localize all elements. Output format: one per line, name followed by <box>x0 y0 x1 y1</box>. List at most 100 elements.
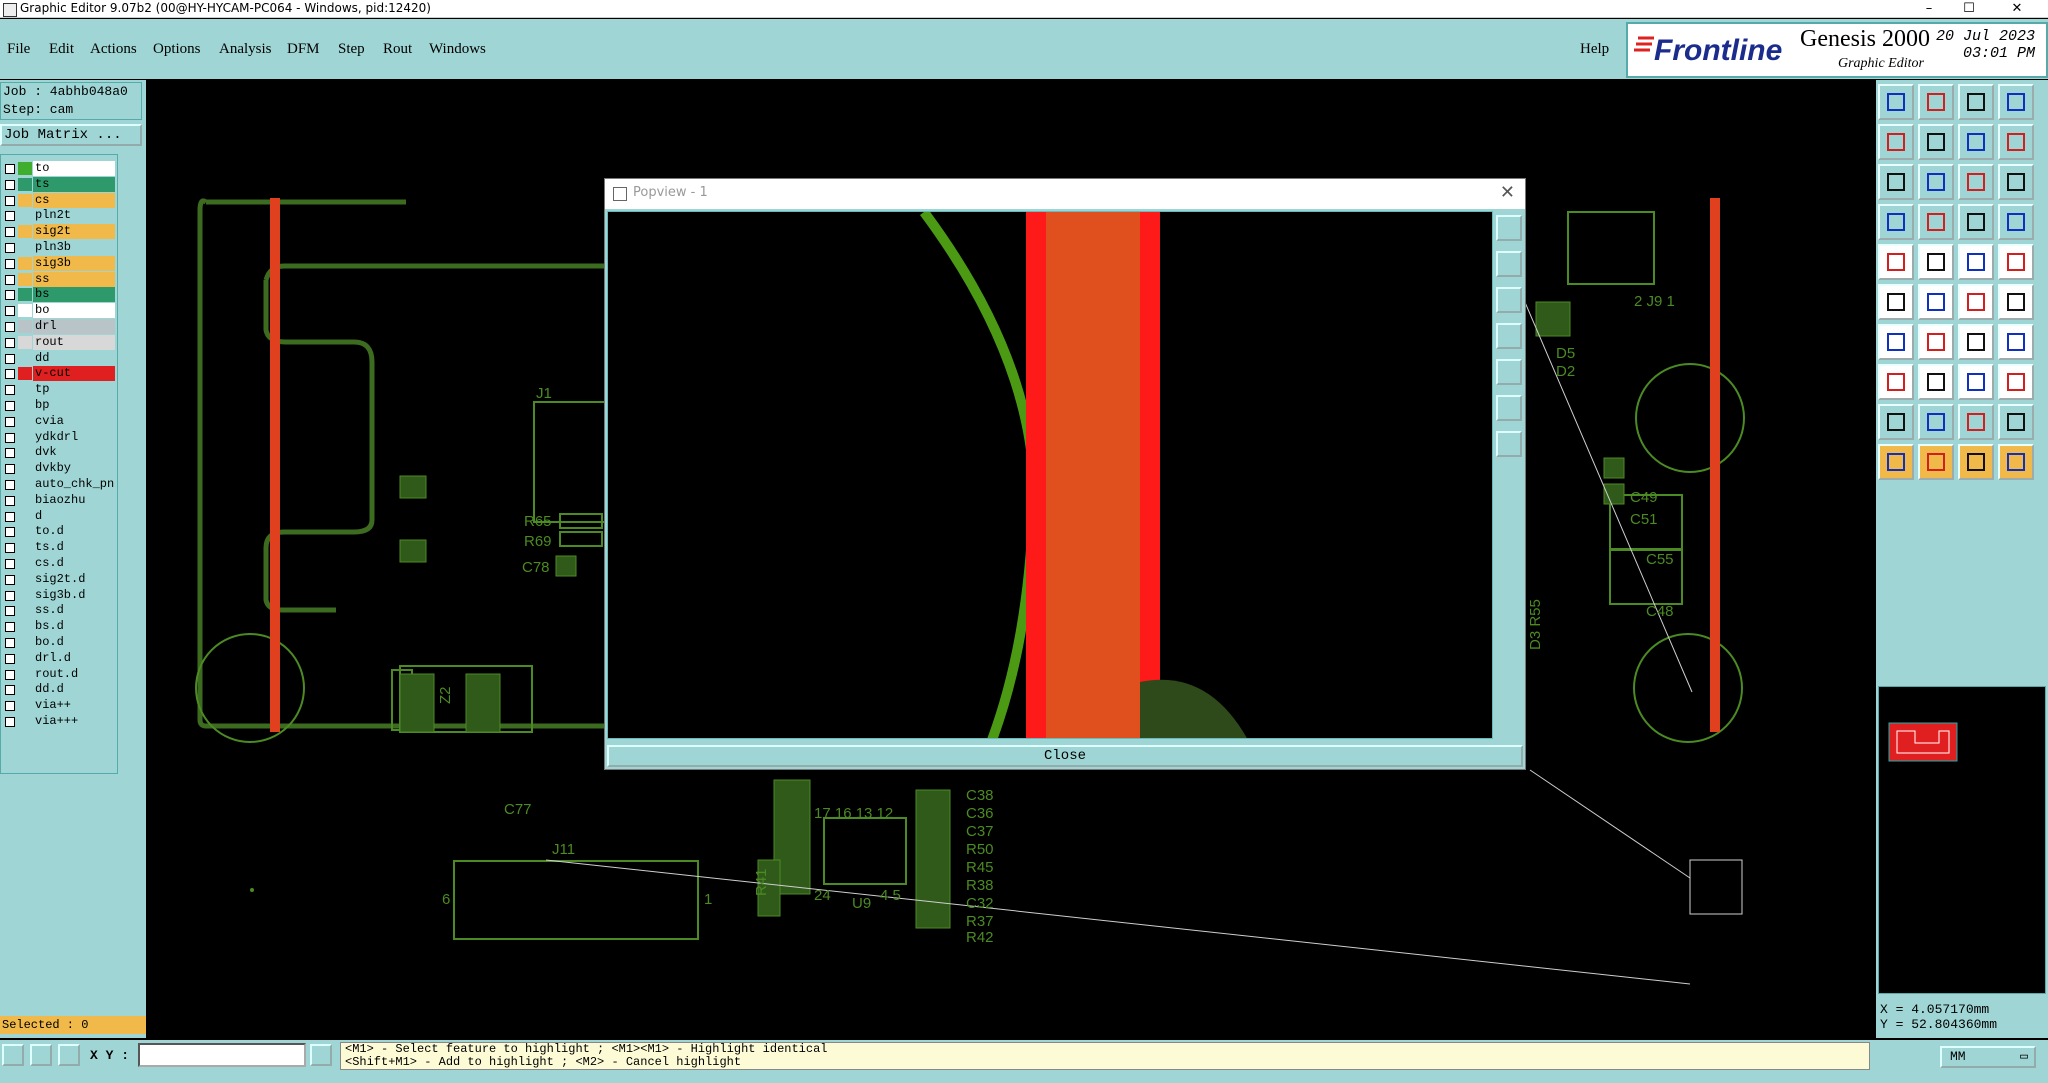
layer-color-swatch[interactable] <box>18 209 32 223</box>
layer-name[interactable]: pln2t <box>33 208 115 224</box>
layer-checkbox[interactable] <box>5 638 15 648</box>
add-pad-button[interactable] <box>1878 244 1914 280</box>
layer-row[interactable]: dvk <box>1 445 117 461</box>
peak-button[interactable] <box>1958 404 1994 440</box>
layer-color-swatch[interactable] <box>18 225 32 239</box>
save-step-button[interactable] <box>1918 84 1954 120</box>
close-window-button[interactable]: ✕ <box>1994 0 2040 18</box>
layer-color-swatch[interactable] <box>18 256 32 270</box>
layer-color-swatch[interactable] <box>18 430 32 444</box>
open-step-button[interactable] <box>1878 84 1914 120</box>
layer-name[interactable]: tp <box>33 382 115 398</box>
snap-hole-button[interactable] <box>1998 204 2034 240</box>
layer-name[interactable]: ydkdrl <box>33 429 115 445</box>
layer-color-swatch[interactable] <box>18 351 32 365</box>
layer-checkbox[interactable] <box>5 653 15 664</box>
pick-icon[interactable] <box>2 1044 24 1066</box>
layer-row[interactable]: sig2t.d <box>1 571 117 587</box>
layer-row[interactable]: pln2t <box>1 208 117 224</box>
layer-row[interactable]: auto_chk_pn <box>1 477 117 492</box>
layer-row[interactable]: cvia <box>1 413 117 429</box>
grid-icon[interactable] <box>58 1044 80 1066</box>
layer-row[interactable]: dvkby <box>1 461 117 477</box>
layer-row[interactable]: ss.d <box>1 603 117 619</box>
triangle-button[interactable] <box>1918 404 1954 440</box>
layer-name[interactable]: ts.d <box>33 540 115 556</box>
layer-color-swatch[interactable] <box>18 335 32 349</box>
edit-shape-button[interactable] <box>1918 244 1954 280</box>
layer-color-swatch[interactable] <box>18 683 32 697</box>
polygon-button[interactable] <box>1878 404 1914 440</box>
copy-button[interactable] <box>1998 284 2034 320</box>
layer-color-swatch[interactable] <box>18 636 32 649</box>
menu-actions[interactable]: Actions <box>90 41 137 58</box>
minus-button[interactable] <box>1918 364 1954 400</box>
line-button[interactable] <box>1958 244 1994 280</box>
redraw-button[interactable] <box>1998 124 2034 160</box>
layer-row[interactable]: v-cut <box>1 366 117 382</box>
layer-checkbox[interactable] <box>5 164 15 174</box>
popview-left-icon[interactable] <box>1496 323 1522 349</box>
layer-row[interactable]: via++ <box>1 698 117 714</box>
zoom-left-button[interactable] <box>1878 124 1914 160</box>
layer-color-swatch[interactable] <box>18 241 32 254</box>
menu-dfm[interactable]: DFM <box>287 41 320 58</box>
layer-name[interactable]: drl <box>33 319 115 334</box>
layer-checkbox[interactable] <box>5 701 15 712</box>
group-button[interactable] <box>1998 364 2034 400</box>
layer-checkbox[interactable] <box>5 590 15 601</box>
layer-checkbox[interactable] <box>5 385 15 396</box>
popview-close-button[interactable]: Close <box>607 745 1523 767</box>
layer-row[interactable]: dd <box>1 350 117 366</box>
layer-checkbox[interactable] <box>5 195 15 206</box>
layer-name[interactable]: via++ <box>33 698 115 714</box>
layer-name[interactable]: via+++ <box>33 714 115 729</box>
layer-color-swatch[interactable] <box>18 462 32 476</box>
layer-name[interactable]: bp <box>33 398 115 413</box>
layer-color-swatch[interactable] <box>18 320 32 333</box>
measure-mode-icon[interactable] <box>30 1044 52 1066</box>
popview-up-icon[interactable] <box>1496 251 1522 277</box>
menu-options[interactable]: Options <box>153 41 201 58</box>
layer-color-swatch[interactable] <box>18 367 32 381</box>
layer-color-swatch[interactable] <box>18 272 32 286</box>
layer-color-swatch[interactable] <box>18 604 32 618</box>
layer-name[interactable]: ts <box>33 176 115 192</box>
layer-row[interactable]: sig3b.d <box>1 587 117 603</box>
layer-checkbox[interactable] <box>5 258 15 269</box>
layer-checkbox[interactable] <box>5 685 15 696</box>
layer-color-swatch[interactable] <box>18 414 32 428</box>
layer-color-swatch[interactable] <box>18 446 32 460</box>
popview-pan-icon[interactable] <box>1496 431 1522 457</box>
popview-close-icon[interactable]: ✕ <box>1500 182 1515 203</box>
layer-row[interactable]: bo <box>1 303 117 319</box>
layer-checkbox[interactable] <box>5 179 15 190</box>
layer-checkbox[interactable] <box>5 211 15 222</box>
layer-color-swatch[interactable] <box>18 288 32 302</box>
layer-row[interactable]: sig2t <box>1 224 117 240</box>
layer-name[interactable]: dd.d <box>33 682 115 698</box>
fit-button[interactable] <box>1878 164 1914 200</box>
layer-checkbox[interactable] <box>5 495 15 506</box>
layer-row[interactable]: cs.d <box>1 556 117 571</box>
layer-name[interactable]: dvk <box>33 445 115 461</box>
layer-row[interactable]: tp <box>1 382 117 398</box>
layer-row[interactable]: rout.d <box>1 666 117 682</box>
layer-row[interactable]: via+++ <box>1 714 117 729</box>
angle-button[interactable] <box>1918 324 1954 360</box>
draw-line-button[interactable] <box>1878 324 1914 360</box>
layer-color-swatch[interactable] <box>18 509 32 523</box>
popview-fit-icon[interactable] <box>1496 395 1522 421</box>
layer-row[interactable]: ss <box>1 271 117 287</box>
layer-name[interactable]: biaozhu <box>33 492 115 508</box>
layer-color-swatch[interactable] <box>18 572 32 586</box>
layer-row[interactable]: ts <box>1 176 117 192</box>
layer-checkbox[interactable] <box>5 669 15 680</box>
measure-button[interactable] <box>1878 204 1914 240</box>
layer-checkbox[interactable] <box>5 227 15 238</box>
layer-checkbox[interactable] <box>5 527 15 538</box>
layer-name[interactable]: bs <box>33 287 115 303</box>
popview-canvas[interactable] <box>607 211 1493 739</box>
layer-checkbox[interactable] <box>5 432 15 443</box>
layer-name[interactable]: drl.d <box>33 650 115 666</box>
